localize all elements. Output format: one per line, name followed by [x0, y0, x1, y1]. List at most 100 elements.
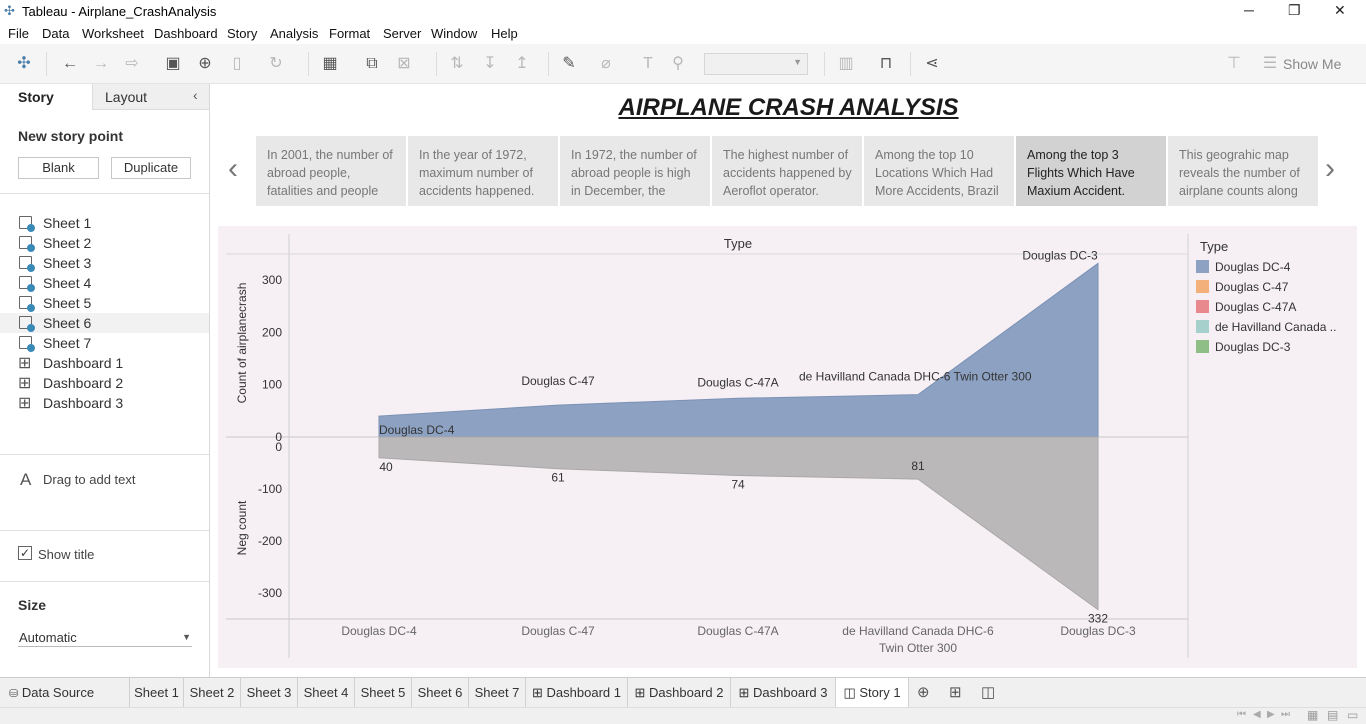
legend-item-label[interactable]: Douglas C-47A [1215, 300, 1296, 314]
tab-sheet-7[interactable]: Sheet 7 [469, 678, 526, 708]
show-me-button[interactable]: Show Me [1283, 56, 1341, 72]
collapse-panel-icon[interactable]: ‹ [193, 87, 198, 103]
legend-item-label[interactable]: Douglas C-47 [1215, 280, 1289, 294]
menu-file[interactable]: File [8, 26, 29, 41]
next-sheet-icon[interactable]: ▶ [1267, 709, 1275, 720]
legend-swatch[interactable] [1196, 260, 1209, 273]
story-point-1[interactable]: In 2001, the number of abroad people, fa… [256, 136, 406, 206]
new-story-tab-icon[interactable]: ◫ [981, 683, 995, 701]
size-dropdown[interactable]: Automatic ▼ [18, 627, 192, 647]
tableau-home-icon[interactable]: ✣ [14, 54, 34, 74]
story-point-4[interactable]: The highest number of accidents happened… [712, 136, 862, 206]
tab-sheet-1[interactable]: Sheet 1 [130, 678, 184, 708]
menu-story[interactable]: Story [227, 26, 257, 41]
new-dashboard-tab-icon[interactable]: ⊞ [949, 683, 962, 701]
first-sheet-icon[interactable]: ⏮ [1237, 709, 1246, 720]
sheet-item-4[interactable]: Sheet 4 [0, 273, 209, 293]
story-point-2[interactable]: In the year of 1972, maximum number of a… [408, 136, 558, 206]
tabs-view-icon[interactable]: ▭ [1347, 708, 1358, 722]
presentation-mode-icon[interactable]: ⊓ [876, 54, 896, 74]
story-point-3[interactable]: In 1972, the number of abroad people is … [560, 136, 710, 206]
sort-ascending-icon[interactable]: ↧ [480, 54, 500, 74]
new-worksheet-tab-icon[interactable]: ⊕ [917, 683, 930, 701]
sheet-item-2[interactable]: Sheet 2 [0, 233, 209, 253]
tab-data-source[interactable]: ⛁ Data Source [0, 678, 130, 708]
blank-button[interactable]: Blank [18, 157, 99, 179]
menu-analysis[interactable]: Analysis [270, 26, 318, 41]
tab-story[interactable]: Story [0, 84, 92, 110]
fit-dropdown[interactable]: ▼ [704, 53, 808, 75]
duplicate-sheet-icon[interactable]: ⧉ [362, 54, 382, 74]
dashboard-item-2[interactable]: ⊞ Dashboard 2 [0, 373, 209, 393]
menu-format[interactable]: Format [329, 26, 370, 41]
paint-icon[interactable]: ⊤ [1224, 54, 1244, 74]
menu-dashboard[interactable]: Dashboard [154, 26, 218, 41]
label-icon[interactable]: T [638, 54, 658, 74]
last-sheet-icon[interactable]: ⏭ [1281, 709, 1290, 720]
sheet-item-7[interactable]: Sheet 7 [0, 333, 209, 353]
sort-descending-icon[interactable]: ↥ [512, 54, 532, 74]
legend-item-label[interactable]: Douglas DC-4 [1215, 260, 1291, 274]
sheet-item-6[interactable]: Sheet 6 [0, 313, 209, 333]
legend-swatch[interactable] [1196, 300, 1209, 313]
group-icon[interactable]: ⌀ [596, 54, 616, 74]
legend-item-label[interactable]: Douglas DC-3 [1215, 340, 1291, 354]
filmstrip-view-icon[interactable]: ▤ [1327, 708, 1338, 722]
tab-dashboard-2[interactable]: ⊞ Dashboard 2 [628, 678, 731, 708]
top-data-label: Douglas DC-4 [379, 423, 455, 437]
share-icon[interactable]: ⋖ [922, 54, 942, 74]
dashboard-item-1[interactable]: ⊞ Dashboard 1 [0, 353, 209, 373]
tab-sheet-5[interactable]: Sheet 5 [355, 678, 412, 708]
tab-sheet-2[interactable]: Sheet 2 [184, 678, 241, 708]
clear-sheet-icon[interactable]: ⊠ [394, 54, 414, 74]
show-title-checkbox[interactable]: ✓ [18, 546, 32, 560]
restore-icon[interactable]: ❐ [1288, 2, 1301, 19]
refresh-icon[interactable]: ↻ [266, 54, 286, 74]
tab-sheet-3[interactable]: Sheet 3 [241, 678, 298, 708]
menu-data[interactable]: Data [42, 26, 69, 41]
prev-sheet-icon[interactable]: ◀ [1253, 709, 1261, 720]
new-worksheet-icon[interactable]: ▦ [320, 54, 340, 74]
legend-swatch[interactable] [1196, 320, 1209, 333]
legend-swatch[interactable] [1196, 340, 1209, 353]
redo-icon[interactable]: → [91, 54, 111, 74]
highlight-icon[interactable]: ✎ [559, 54, 579, 74]
grid-view-icon[interactable]: ▦ [1307, 708, 1318, 722]
dashboard-item-3[interactable]: ⊞ Dashboard 3 [0, 393, 209, 413]
new-data-source-icon[interactable]: ⊕ [195, 54, 215, 74]
story-point-5[interactable]: Among the top 10 Locations Which Had Mor… [864, 136, 1014, 206]
tab-sheet-4[interactable]: Sheet 4 [298, 678, 355, 708]
undo-icon[interactable]: ← [60, 54, 80, 74]
menu-window[interactable]: Window [431, 26, 477, 41]
legend-swatch[interactable] [1196, 280, 1209, 293]
top-y-tick-label: 100 [262, 378, 282, 392]
next-story-point-icon[interactable]: › [1325, 152, 1335, 186]
drag-to-add-text[interactable]: A Drag to add text [0, 467, 209, 491]
menu-worksheet[interactable]: Worksheet [82, 26, 144, 41]
pause-updates-icon[interactable]: ▯ [227, 54, 247, 74]
menu-help[interactable]: Help [491, 26, 518, 41]
pin-icon[interactable]: ⚲ [668, 54, 688, 74]
sheet-item-1[interactable]: Sheet 1 [0, 213, 209, 233]
tab-sheet-6[interactable]: Sheet 6 [412, 678, 469, 708]
tab-layout[interactable]: Layout ‹ [92, 84, 209, 110]
story-point-7[interactable]: This geograhic map reveals the number of… [1168, 136, 1318, 206]
close-icon[interactable]: ✕ [1334, 2, 1346, 19]
story-point-6[interactable]: Among the top 3 Flights Which Have Maxiu… [1016, 136, 1166, 206]
replay-icon[interactable]: ⇨ [122, 54, 142, 74]
tab-dashboard-1[interactable]: ⊞ Dashboard 1 [526, 678, 628, 708]
legend-item-label[interactable]: de Havilland Canada .. [1215, 320, 1336, 334]
x-tick-label: Douglas DC-3 [1060, 624, 1136, 638]
tab-dashboard-3[interactable]: ⊞ Dashboard 3 [731, 678, 836, 708]
menu-server[interactable]: Server [383, 26, 421, 41]
sheet-item-3[interactable]: Sheet 3 [0, 253, 209, 273]
duplicate-button[interactable]: Duplicate [111, 157, 191, 179]
minimize-icon[interactable]: ─ [1244, 2, 1254, 18]
previous-story-point-icon[interactable]: ‹ [228, 152, 238, 186]
show-cards-icon[interactable]: ▥ [836, 54, 856, 74]
sheet-item-5[interactable]: Sheet 5 [0, 293, 209, 313]
save-icon[interactable]: ▣ [163, 54, 183, 74]
show-me-icon[interactable]: ☰ [1260, 54, 1280, 74]
swap-icon[interactable]: ⇅ [447, 54, 467, 74]
tab-story-1[interactable]: ◫ Story 1 [836, 678, 909, 708]
